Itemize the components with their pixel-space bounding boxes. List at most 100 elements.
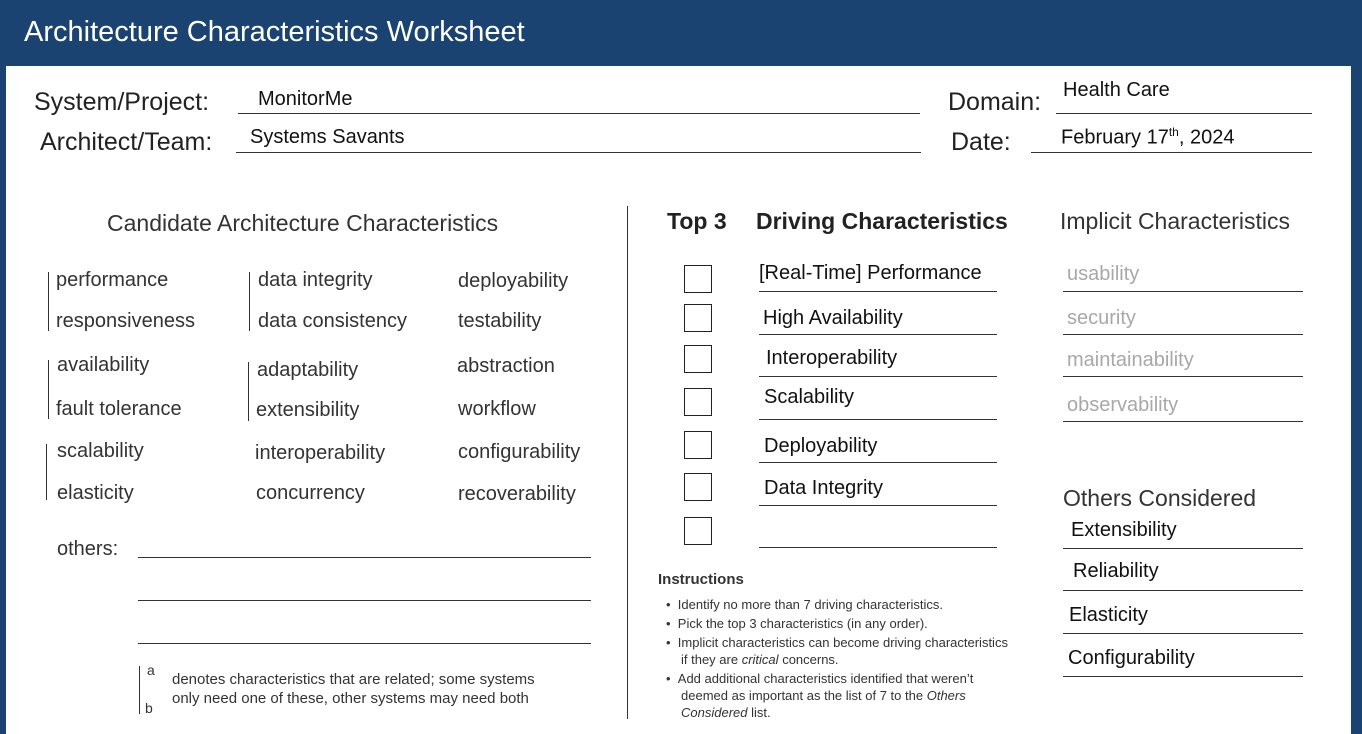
date-label: Date: — [951, 128, 1011, 156]
related-bracket — [248, 362, 249, 421]
instructions-title: Instructions — [658, 571, 744, 588]
others-considered-heading: Others Considered — [1063, 485, 1257, 511]
candidates-heading: Candidate Architecture Characteristics — [107, 210, 499, 236]
candidate-item: recoverability — [458, 483, 576, 505]
top3-checkbox[interactable] — [684, 345, 712, 373]
top3-checkbox[interactable] — [684, 304, 712, 332]
implicit-item: maintainability — [1067, 349, 1194, 371]
related-bracket — [48, 272, 49, 331]
architect-underline — [236, 152, 921, 153]
implicit-heading: Implicit Characteristics — [1060, 208, 1291, 234]
top3-checkbox[interactable] — [684, 431, 712, 459]
driving-item[interactable]: [Real-Time] Performance — [759, 262, 982, 285]
worksheet-sheet: System/Project: MonitorMe Architect/Team… — [6, 66, 1351, 734]
implicit-item: security — [1067, 307, 1136, 329]
note-line-1: denotes characteristics that are related… — [172, 671, 535, 688]
top3-checkbox[interactable] — [684, 517, 712, 545]
candidate-item: elasticity — [57, 482, 134, 504]
date-underline — [1031, 152, 1312, 153]
section-divider — [627, 206, 628, 719]
candidate-item: interoperability — [255, 442, 386, 464]
others-considered-underline — [1063, 676, 1303, 677]
candidate-item: data integrity — [258, 269, 373, 291]
note-a: a — [147, 662, 155, 678]
others-considered-item[interactable]: Extensibility — [1071, 519, 1177, 542]
architect-value[interactable]: Systems Savants — [250, 126, 405, 149]
driving-item[interactable]: Interoperability — [766, 347, 897, 370]
others-line-3[interactable] — [138, 643, 591, 644]
system-underline — [238, 113, 920, 114]
driving-item[interactable]: Data Integrity — [764, 477, 883, 500]
top3-checkbox[interactable] — [684, 473, 712, 501]
candidate-item: workflow — [458, 398, 536, 420]
architect-label: Architect/Team: — [40, 128, 213, 156]
others-considered-item[interactable]: Reliability — [1073, 560, 1159, 583]
instruction-item-cont: Considered list. — [681, 704, 771, 721]
candidate-item: concurrency — [256, 482, 365, 504]
candidate-item: availability — [57, 354, 150, 376]
driving-item[interactable]: Scalability — [764, 386, 854, 409]
implicit-underline — [1063, 291, 1303, 292]
instruction-item: • Identify no more than 7 driving charac… — [666, 597, 943, 612]
date-value-sup: th — [1168, 125, 1179, 139]
others-considered-item[interactable]: Configurability — [1068, 647, 1195, 670]
instruction-text: Identify no more than 7 driving characte… — [677, 597, 943, 612]
note-line-2: only need one of these, other systems ma… — [172, 690, 529, 707]
instruction-emphasis: Considered — [681, 705, 748, 720]
domain-underline — [1056, 113, 1312, 114]
worksheet-title: Architecture Characteristics Worksheet — [24, 16, 525, 48]
date-value[interactable]: February 17th, 2024 — [1061, 125, 1234, 150]
instruction-text: if they are — [681, 652, 739, 667]
driving-item[interactable]: High Availability — [763, 307, 903, 330]
related-bracket — [249, 272, 250, 331]
implicit-underline — [1063, 334, 1303, 335]
driving-underline — [759, 419, 997, 420]
instruction-item: • Add additional characteristics identif… — [666, 671, 974, 686]
system-label: System/Project: — [34, 88, 210, 116]
candidate-item: data consistency — [258, 310, 407, 332]
candidate-item: testability — [458, 310, 542, 332]
instruction-emphasis: critical — [741, 652, 779, 667]
instruction-text: concerns. — [782, 652, 839, 667]
instruction-text: Add additional characteristics identifie… — [677, 671, 974, 686]
candidate-item: configurability — [458, 441, 581, 463]
others-label: others: — [57, 538, 119, 560]
instruction-text: list. — [751, 705, 771, 720]
related-bracket — [46, 444, 47, 500]
candidate-item: deployability — [458, 270, 569, 292]
note-bracket — [139, 666, 140, 714]
others-considered-item[interactable]: Elasticity — [1069, 604, 1148, 627]
instruction-emphasis: Others — [926, 688, 966, 703]
instruction-item: • Pick the top 3 characteristics (in any… — [666, 616, 928, 631]
candidate-item: abstraction — [457, 355, 555, 377]
domain-value[interactable]: Health Care — [1063, 79, 1170, 102]
driving-item[interactable]: Deployability — [764, 435, 877, 458]
driving-underline — [759, 505, 997, 506]
others-considered-underline — [1063, 633, 1303, 634]
top3-checkbox[interactable] — [684, 265, 712, 293]
others-line-1[interactable] — [138, 557, 591, 558]
candidate-item: performance — [56, 269, 169, 291]
driving-heading: Driving Characteristics — [756, 208, 1008, 234]
others-line-2[interactable] — [138, 600, 591, 601]
related-bracket — [48, 360, 49, 419]
instruction-item-cont: if they are critical concerns. — [681, 651, 839, 668]
top3-checkbox[interactable] — [684, 388, 712, 416]
system-value[interactable]: MonitorMe — [258, 88, 352, 111]
instruction-item-cont: deemed as important as the list of 7 to … — [681, 687, 966, 704]
candidate-item: adaptability — [257, 359, 359, 381]
driving-underline — [759, 291, 997, 292]
candidate-item: responsiveness — [56, 310, 195, 332]
driving-underline — [759, 376, 997, 377]
instruction-text: Pick the top 3 characteristics (in any o… — [677, 616, 928, 631]
driving-underline — [759, 462, 997, 463]
worksheet-header: Architecture Characteristics Worksheet — [0, 0, 1362, 66]
date-value-prefix: February 17 — [1061, 126, 1169, 149]
instruction-item: • Implicit characteristics can become dr… — [666, 635, 1008, 650]
implicit-underline — [1063, 376, 1303, 377]
others-considered-underline — [1063, 590, 1303, 591]
driving-underline — [759, 547, 997, 548]
candidate-item: extensibility — [256, 399, 360, 421]
instruction-text: Implicit characteristics can become driv… — [677, 635, 1008, 650]
date-value-suffix: , 2024 — [1178, 126, 1235, 149]
